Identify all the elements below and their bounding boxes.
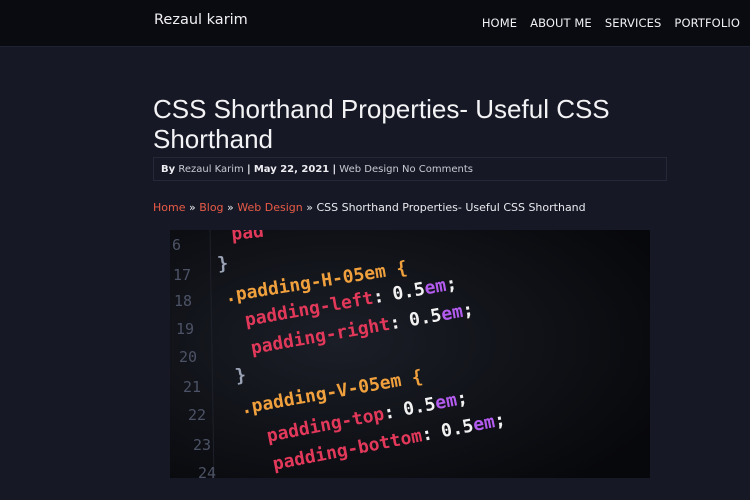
site-header: Rezaul karim HOME ABOUT ME SERVICES PORT… — [0, 0, 750, 47]
line-number: 6 — [172, 236, 181, 254]
breadcrumb-category[interactable]: Web Design — [237, 201, 302, 214]
meta-by-label: By — [161, 164, 176, 175]
line-number: 18 — [174, 292, 192, 310]
main-nav: HOME ABOUT ME SERVICES PORTFOLIO — [482, 16, 740, 30]
line-number: 23 — [193, 436, 211, 454]
nav-item-portfolio[interactable]: PORTFOLIO — [674, 16, 740, 30]
meta-author-link[interactable]: Rezaul Karim — [178, 164, 243, 175]
code-brace: } — [216, 253, 229, 275]
nav-item-home[interactable]: HOME — [482, 16, 517, 30]
line-number: 22 — [188, 406, 206, 424]
nav-item-about-me[interactable]: ABOUT ME — [530, 16, 592, 30]
meta-separator: | — [246, 164, 251, 175]
code-screenshot: 6 17 18 19 20 21 22 23 24 pad } .padding… — [170, 230, 650, 478]
nav-item-services[interactable]: SERVICES — [605, 16, 662, 30]
meta-category-link[interactable]: Web Design — [339, 164, 399, 175]
meta-separator-2: | — [332, 164, 337, 175]
meta-date: May 22, 2021 — [253, 164, 330, 175]
breadcrumb-blog[interactable]: Blog — [199, 201, 223, 214]
breadcrumb-current: CSS Shorthand Properties- Useful CSS Sho… — [316, 201, 586, 214]
breadcrumb-divider: » — [227, 201, 234, 214]
site-brand-link[interactable]: Rezaul karim — [154, 12, 248, 28]
line-number: 19 — [176, 320, 194, 338]
featured-image: 6 17 18 19 20 21 22 23 24 pad } .padding… — [170, 230, 650, 478]
meta-comments-link[interactable]: No Comments — [402, 164, 473, 175]
breadcrumb-home[interactable]: Home — [153, 201, 185, 214]
post-title: CSS Shorthand Properties- Useful CSS Sho… — [153, 94, 610, 154]
line-number: 24 — [198, 464, 216, 478]
breadcrumb-divider: » — [306, 201, 313, 214]
line-number: 17 — [173, 266, 191, 284]
line-number: 20 — [179, 348, 197, 366]
breadcrumb: Home » Blog » Web Design » CSS Shorthand… — [153, 201, 586, 214]
breadcrumb-divider: » — [188, 201, 196, 214]
post-meta: By Rezaul Karim | May 22, 2021 | Web Des… — [153, 157, 667, 181]
line-number: 21 — [183, 378, 201, 396]
